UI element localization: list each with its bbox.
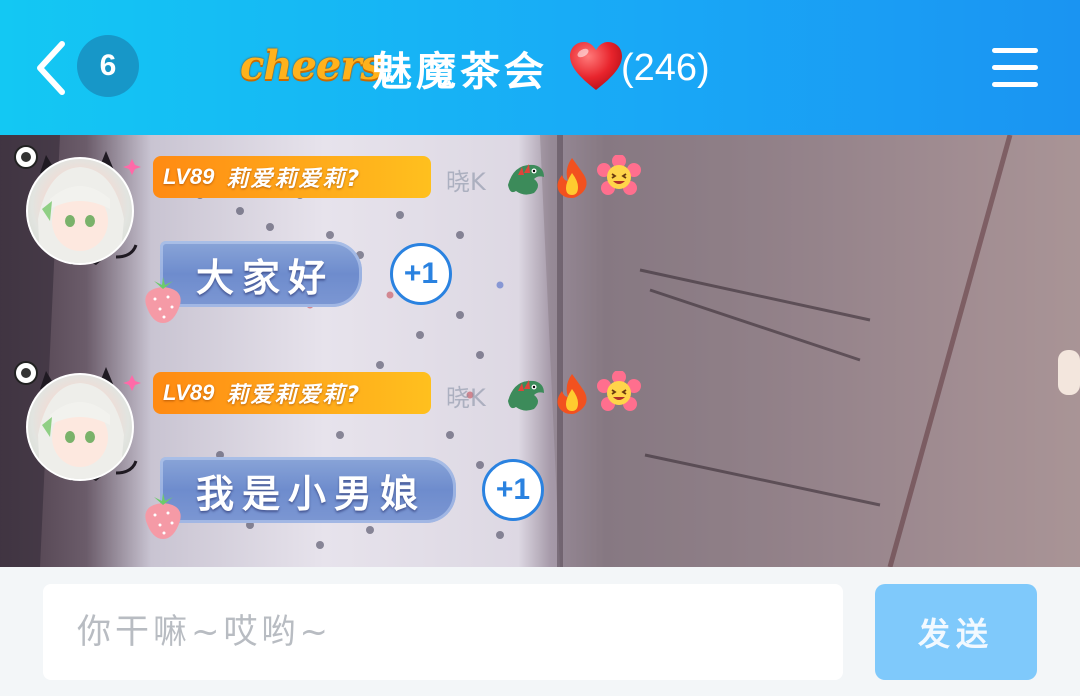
message-text: 大家好 [196,254,335,300]
user-avatar-frame[interactable] [12,357,152,497]
avatar [26,157,134,265]
chat-message: LV89 莉爱莉爱莉? 晓K 我是小男娘 +1 [0,351,1080,551]
laughing-flower-emoji-icon [597,371,641,411]
chevron-left-icon [37,41,65,95]
dragon-emoji-icon [508,164,544,195]
member-count: (246) [621,46,710,89]
avatar [26,373,134,481]
back-button[interactable] [32,40,72,96]
chat-message-list[interactable]: LV89 莉爱莉爱莉? 晓K 大家好 +1 LV89 莉爱莉爱莉? 晓K 我是小… [0,135,1080,567]
level-label: LV89 [163,164,215,189]
message-bubble[interactable]: 我是小男娘 [160,457,456,523]
user-level-badge: LV89 莉爱莉爱莉? [153,156,431,198]
fire-emoji-icon [557,158,587,198]
username[interactable]: 莉爱莉爱莉? [226,377,361,409]
send-button[interactable]: 发送 [875,584,1037,680]
fire-emoji-icon [557,374,587,414]
heart-icon [570,42,622,90]
chat-message: LV89 莉爱莉爱莉? 晓K 大家好 +1 [0,135,1080,335]
plus-one-button[interactable]: +1 [390,243,452,305]
message-input[interactable] [43,584,843,680]
strawberry-icon [145,277,181,323]
logo-text: cheers [240,41,383,89]
user-level-badge: LV89 莉爱莉爱莉? [153,372,431,414]
room-title: 魅魔茶会 [372,49,548,95]
menu-button[interactable] [992,48,1038,88]
username-suffix: 晓K [446,383,486,412]
dragon-emoji-icon [508,380,544,411]
message-input-bar: 发送 [0,567,1080,696]
cheers-logo: cheers [240,36,383,94]
level-label: LV89 [163,380,215,405]
username[interactable]: 莉爱莉爱莉? [226,161,361,193]
unread-count-badge: 6 [77,35,139,97]
user-avatar-frame[interactable] [12,141,152,281]
chat-header: 6 cheers 魅魔茶会 (246) [0,0,1080,135]
message-bubble[interactable]: 大家好 [160,241,362,307]
laughing-flower-emoji-icon [597,155,641,195]
username-suffix: 晓K [446,167,486,196]
plus-one-button[interactable]: +1 [482,459,544,521]
message-text: 我是小男娘 [196,470,427,516]
strawberry-icon [145,493,181,539]
hamburger-menu-icon [992,48,1038,87]
